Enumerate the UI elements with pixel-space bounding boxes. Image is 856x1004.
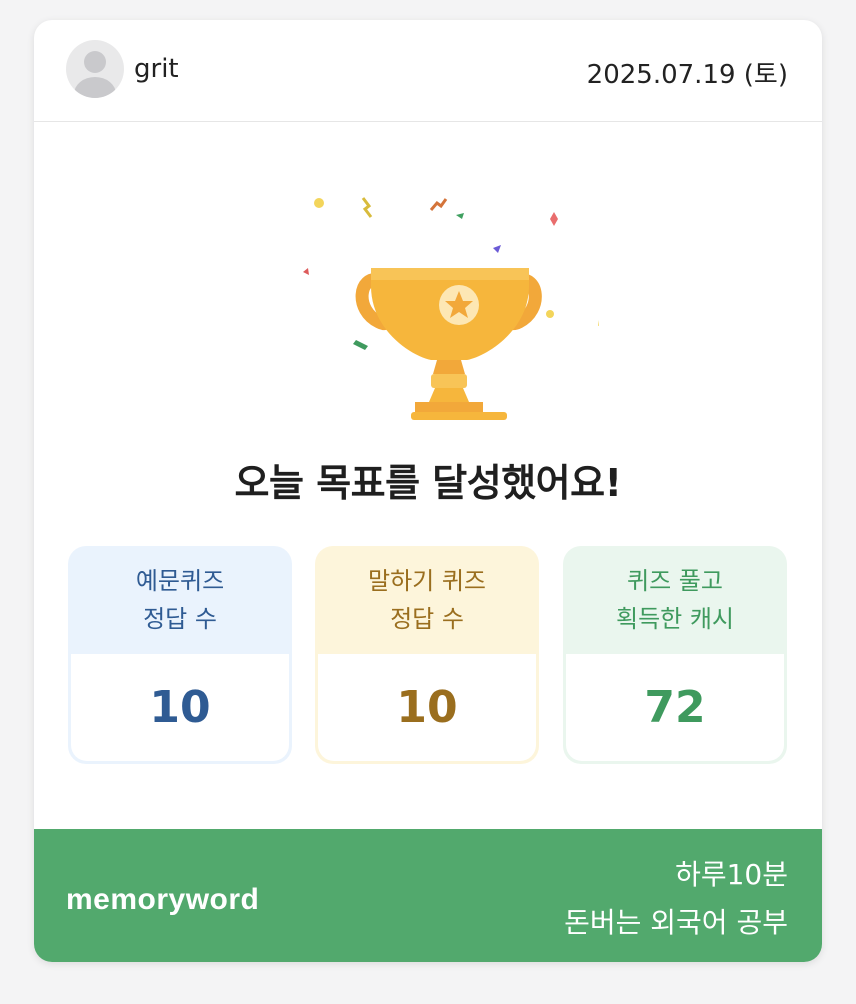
confetti-piece (456, 213, 464, 219)
confetti-piece (550, 212, 558, 226)
stat-label-line1: 말하기 퀴즈 (367, 567, 487, 595)
confetti-squiggle (361, 197, 373, 218)
stat-value: 72 (566, 654, 784, 761)
confetti-squiggle (429, 198, 448, 211)
achievement-title: 오늘 목표를 달성했어요! (234, 461, 622, 505)
stat-label-line2: 정답 수 (143, 605, 217, 633)
stat-label-line1: 예문퀴즈 (135, 567, 225, 595)
achievement-card: grit 2025.07.19 (토) 오늘 목표를 달성했어요! 예문퀴즈 정… (34, 20, 822, 962)
confetti-piece (303, 268, 309, 275)
trophy-rim (371, 268, 529, 280)
stat-value: 10 (71, 654, 289, 761)
trophy-star-icon (303, 197, 611, 420)
trophy-stem (429, 388, 469, 402)
footer-banner: memoryword 하루10분 돈버는 외국어 공부 (34, 829, 822, 962)
stat-card-earned-cash: 퀴즈 풀고 획득한 캐시 72 (563, 546, 787, 764)
trophy-base-top (415, 402, 483, 412)
slogan-line2: 돈버는 외국어 공부 (564, 906, 788, 939)
default-user-avatar-icon[interactable] (66, 40, 124, 98)
stat-label: 퀴즈 풀고 획득한 캐시 (563, 546, 787, 654)
confetti-piece (598, 314, 611, 326)
stat-label: 말하기 퀴즈 정답 수 (315, 546, 539, 654)
stat-label-line1: 퀴즈 풀고 (627, 567, 723, 595)
trophy-ring (431, 374, 467, 388)
slogan: 하루10분 돈버는 외국어 공부 (564, 851, 788, 947)
stat-label-line2: 정답 수 (390, 605, 464, 633)
brand-logo: memoryword (66, 883, 260, 916)
confetti-piece (353, 340, 368, 350)
stat-value: 10 (318, 654, 536, 761)
slogan-line1: 하루10분 (675, 858, 788, 891)
trophy-base (411, 412, 507, 420)
stat-card-speaking-quiz: 말하기 퀴즈 정답 수 10 (315, 546, 539, 764)
confetti-dot (546, 310, 554, 318)
confetti-dot (314, 198, 324, 208)
stat-label: 예문퀴즈 정답 수 (68, 546, 292, 654)
trophy-illustration (259, 180, 611, 420)
stat-label-line2: 획득한 캐시 (615, 605, 735, 633)
date-label: 2025.07.19 (토) (586, 60, 788, 90)
username: grit (134, 54, 179, 84)
card-header: grit 2025.07.19 (토) (34, 20, 822, 122)
trophy-neck (433, 360, 465, 374)
confetti-piece (493, 245, 501, 253)
stat-card-sentence-quiz: 예문퀴즈 정답 수 10 (68, 546, 292, 764)
